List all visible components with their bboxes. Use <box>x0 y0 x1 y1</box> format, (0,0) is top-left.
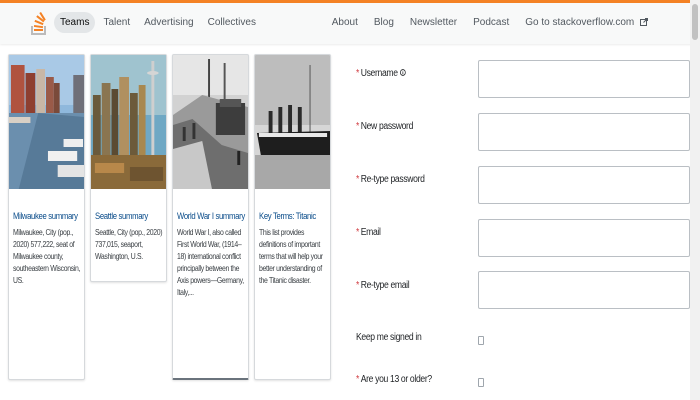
card-title[interactable]: World War I summary <box>177 211 245 221</box>
keep-signed-in-label: Keep me signed in <box>356 332 422 343</box>
card-title[interactable]: Milwaukee summary <box>13 211 78 221</box>
retype-password-label-text: Re-type password <box>360 174 425 185</box>
primary-nav: Teams Talent Advertising Collectives <box>54 12 262 33</box>
age-confirmation-label-text: Are you 13 or older? <box>360 374 432 385</box>
card-description: World War I, also called First World War… <box>177 228 244 297</box>
milwaukee-riverfront-photo <box>9 55 84 189</box>
email-label: * Email <box>356 227 381 238</box>
required-marker: * <box>356 374 360 385</box>
new-password-label-text: New password <box>360 121 414 132</box>
secondary-nav: About Blog Newsletter Podcast Go to stac… <box>326 12 654 33</box>
card-description: Seattle, City (pop., 2020) 737,015, seap… <box>95 228 163 261</box>
page-scrollbar[interactable] <box>690 0 700 400</box>
new-password-label: * New password <box>356 121 413 132</box>
retype-email-input[interactable] <box>478 271 690 309</box>
top-navigation-bar: Teams Talent Advertising Collectives Abo… <box>0 0 700 44</box>
world-war-i-photo <box>173 55 248 189</box>
keep-signed-in-checkbox[interactable] <box>478 336 484 345</box>
username-input[interactable] <box>478 60 690 98</box>
required-marker: * <box>356 227 360 238</box>
nav-blog[interactable]: Blog <box>368 12 400 33</box>
age-confirmation-checkbox[interactable] <box>478 378 484 387</box>
required-marker: * <box>356 68 360 79</box>
age-confirmation-label: * Are you 13 or older? <box>356 374 432 385</box>
titanic-photo <box>255 55 330 189</box>
card-title[interactable]: Seattle summary <box>95 211 153 221</box>
required-marker: * <box>356 174 360 185</box>
nav-newsletter[interactable]: Newsletter <box>404 12 463 33</box>
scrollbar-thumb[interactable] <box>692 4 698 40</box>
nav-podcast[interactable]: Podcast <box>467 12 515 33</box>
seattle-skyline-photo <box>91 55 166 189</box>
card-description: Milwaukee, City (pop., 2020) 577,222, se… <box>13 228 81 285</box>
retype-email-label-text: Re-type email <box>360 280 410 291</box>
nav-talent[interactable]: Talent <box>97 12 136 33</box>
required-marker: * <box>356 280 360 291</box>
retype-email-label: * Re-type email <box>356 280 410 291</box>
retype-password-label: * Re-type password <box>356 174 425 185</box>
nav-collectives[interactable]: Collectives <box>202 12 262 33</box>
card-world-war-i-summary[interactable]: World War I summary World War I, also ca… <box>172 54 249 380</box>
info-icon[interactable] <box>399 69 406 76</box>
retype-password-input[interactable] <box>478 166 690 204</box>
new-password-input[interactable] <box>478 113 690 151</box>
username-label: * Username <box>356 68 406 79</box>
card-title[interactable]: Key Terms: Titanic <box>259 211 317 221</box>
nav-teams[interactable]: Teams <box>54 12 96 33</box>
nav-go-to-stackoverflow-label: Go to stackoverflow.com <box>525 17 635 28</box>
nav-about[interactable]: About <box>326 12 364 33</box>
card-milwaukee-summary[interactable]: Milwaukee summary Milwaukee, City (pop.,… <box>8 54 85 380</box>
stackoverflow-logo-icon[interactable] <box>30 8 48 36</box>
card-key-terms-titanic[interactable]: Key Terms: Titanic This list provides de… <box>254 54 331 380</box>
nav-go-to-stackoverflow[interactable]: Go to stackoverflow.com <box>519 12 654 33</box>
card-description: This list provides definitions of import… <box>259 228 323 285</box>
card-seattle-summary[interactable]: Seattle summary Seattle, City (pop., 202… <box>90 54 167 282</box>
external-link-icon <box>640 18 648 26</box>
nav-advertising[interactable]: Advertising <box>138 12 199 33</box>
username-label-text: Username <box>360 68 398 79</box>
required-marker: * <box>356 121 360 132</box>
email-input[interactable] <box>478 219 690 257</box>
email-label-text: Email <box>360 227 381 238</box>
